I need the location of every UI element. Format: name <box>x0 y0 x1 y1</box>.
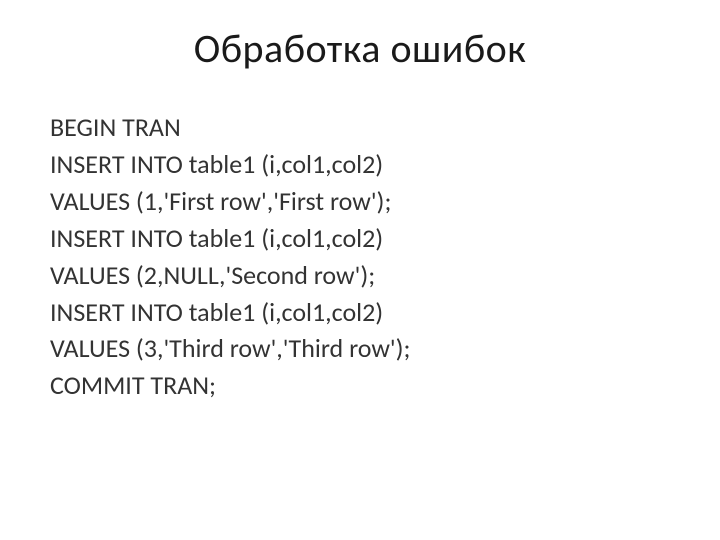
code-block: BEGIN TRAN INSERT INTO table1 (i,col1,co… <box>50 109 670 404</box>
code-line: INSERT INTO table1 (i,col1,col2) <box>50 146 670 183</box>
code-line: VALUES (3,'Third row','Third row'); <box>50 330 670 367</box>
slide-title: Обработка ошибок <box>50 24 670 73</box>
slide-container: Обработка ошибок BEGIN TRAN INSERT INTO … <box>0 0 720 540</box>
code-line: INSERT INTO table1 (i,col1,col2) <box>50 294 670 331</box>
code-line: BEGIN TRAN <box>50 109 670 146</box>
code-line: COMMIT TRAN; <box>50 367 670 404</box>
code-line: VALUES (1,'First row','First row'); <box>50 183 670 220</box>
code-line: VALUES (2,NULL,'Second row'); <box>50 257 670 294</box>
code-line: INSERT INTO table1 (i,col1,col2) <box>50 220 670 257</box>
